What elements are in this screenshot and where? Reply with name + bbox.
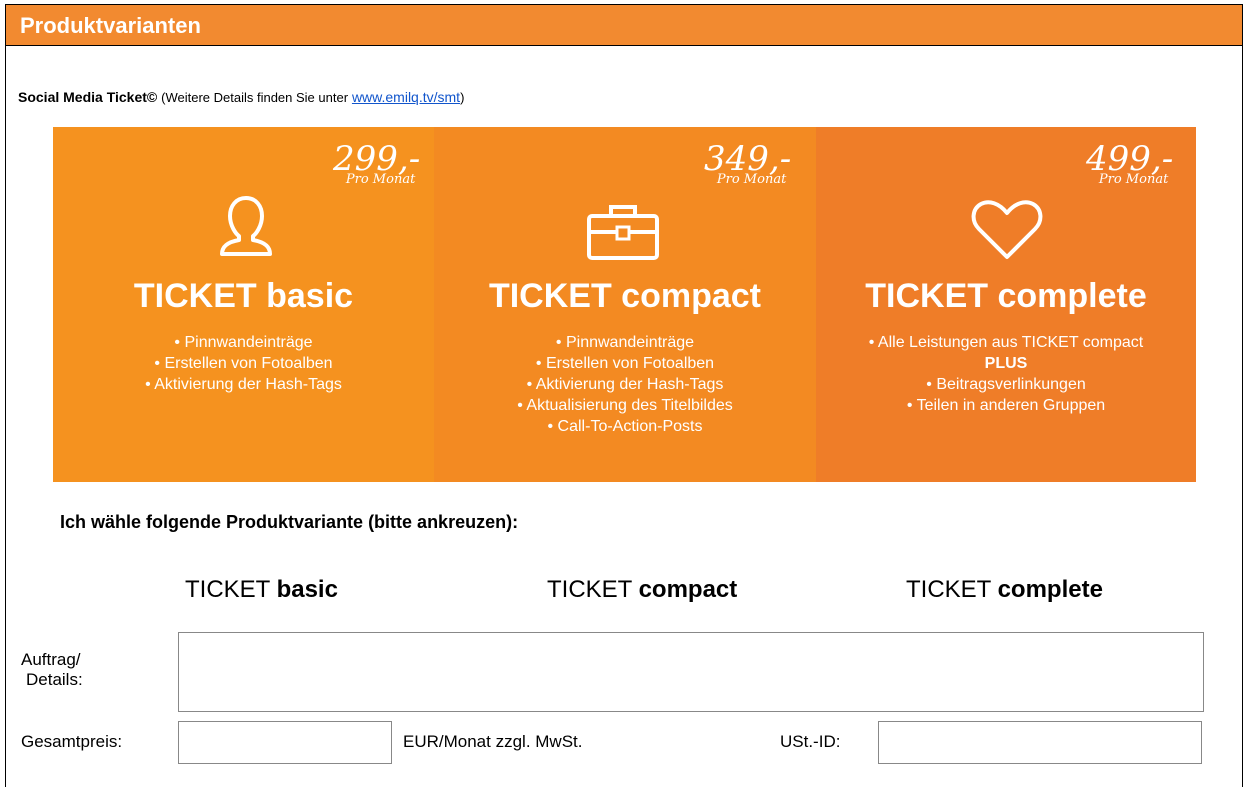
feature-item: • Erstellen von Fotoalben bbox=[154, 355, 333, 372]
feature-item: • Aktivierung der Hash-Tags bbox=[145, 376, 342, 393]
price-label: Gesamtpreis: bbox=[21, 732, 123, 751]
price-period: Pro Monat bbox=[345, 172, 416, 187]
feature-item: • Aktualisierung des Titelbildes bbox=[517, 397, 733, 414]
feature-item: • Aktivierung der Hash-Tags bbox=[526, 376, 724, 393]
option-name: complete bbox=[997, 576, 1103, 603]
feature-item: • Erstellen von Fotoalben bbox=[535, 355, 715, 372]
feature-item: • Pinnwandeinträge bbox=[555, 334, 695, 351]
product-name: Social Media Ticket© bbox=[18, 89, 158, 105]
feature-item: • Pinnwandeinträge bbox=[174, 334, 313, 351]
feature-list: • Alle Leistungen aus TICKET compact PLU… bbox=[816, 332, 1196, 416]
option-complete[interactable]: TICKET complete bbox=[906, 576, 1103, 604]
section-header: Produktvarianten bbox=[5, 4, 1243, 46]
auftrag-label-line2: Details: bbox=[26, 670, 83, 689]
heart-icon bbox=[971, 200, 1043, 259]
price-value: 499,- bbox=[1086, 139, 1174, 179]
option-name: basic bbox=[276, 576, 338, 603]
option-prefix: TICKET bbox=[547, 576, 639, 603]
price-tag: 299,- Pro Monat bbox=[333, 142, 420, 187]
price-period: Pro Monat bbox=[716, 172, 787, 187]
ticket-compact-panel: 349,- Pro Monat TICKET compact • Pinnwan… bbox=[434, 127, 816, 482]
intro-line: Social Media Ticket© (Weitere Details fi… bbox=[18, 89, 464, 105]
feature-item: • Alle Leistungen aus TICKET compact bbox=[868, 334, 1144, 351]
section-title: Produktvarianten bbox=[20, 13, 201, 38]
feature-list: • Pinnwandeinträge • Erstellen von Fotoa… bbox=[53, 332, 434, 395]
feature-item: • Call-To-Action-Posts bbox=[547, 418, 703, 435]
price-value: 349,- bbox=[704, 139, 792, 179]
option-prefix: TICKET bbox=[185, 576, 277, 603]
person-icon bbox=[220, 196, 272, 256]
choice-prompt: Ich wähle folgende Produktvariante (bitt… bbox=[60, 512, 519, 532]
ticket-complete-panel: 499,- Pro Monat TICKET complete • Alle L… bbox=[816, 127, 1196, 482]
auftrag-label-line1: Auftrag/ bbox=[21, 650, 81, 669]
intro-text: (Weitere Details finden Sie unter bbox=[161, 90, 349, 105]
auftrag-details-field[interactable] bbox=[178, 632, 1204, 712]
auftrag-label: Auftrag/ Details: bbox=[21, 650, 83, 690]
feature-list: • Pinnwandeinträge • Erstellen von Fotoa… bbox=[434, 332, 816, 437]
price-period: Pro Monat bbox=[1098, 172, 1169, 187]
feature-plus: PLUS bbox=[984, 355, 1028, 372]
total-price-field[interactable] bbox=[178, 721, 392, 764]
ust-id-label: USt.-ID: bbox=[780, 732, 841, 751]
ticket-title: TICKET compact bbox=[488, 277, 762, 315]
ticket-title: TICKET complete bbox=[865, 277, 1147, 315]
details-link[interactable]: www.emilq.tv/smt bbox=[352, 89, 460, 105]
briefcase-icon bbox=[587, 205, 659, 260]
ust-id-field[interactable] bbox=[878, 721, 1202, 764]
option-basic[interactable]: TICKET basic bbox=[185, 576, 338, 604]
price-tag: 499,- Pro Monat bbox=[1086, 142, 1173, 187]
feature-item: • Beitragsverlinkungen bbox=[926, 376, 1086, 393]
price-unit: EUR/Monat zzgl. MwSt. bbox=[403, 732, 583, 751]
ticket-basic-panel: 299,- Pro Monat TICKET basic • Pinnwande… bbox=[53, 127, 434, 482]
intro-close: ) bbox=[460, 90, 465, 105]
option-name: compact bbox=[638, 576, 738, 603]
price-tag: 349,- Pro Monat bbox=[704, 142, 791, 187]
ticket-title: TICKET basic bbox=[133, 277, 354, 315]
option-compact[interactable]: TICKET compact bbox=[547, 576, 737, 604]
option-prefix: TICKET bbox=[906, 576, 998, 603]
feature-item: • Teilen in anderen Gruppen bbox=[906, 397, 1106, 414]
price-value: 299,- bbox=[333, 139, 421, 179]
